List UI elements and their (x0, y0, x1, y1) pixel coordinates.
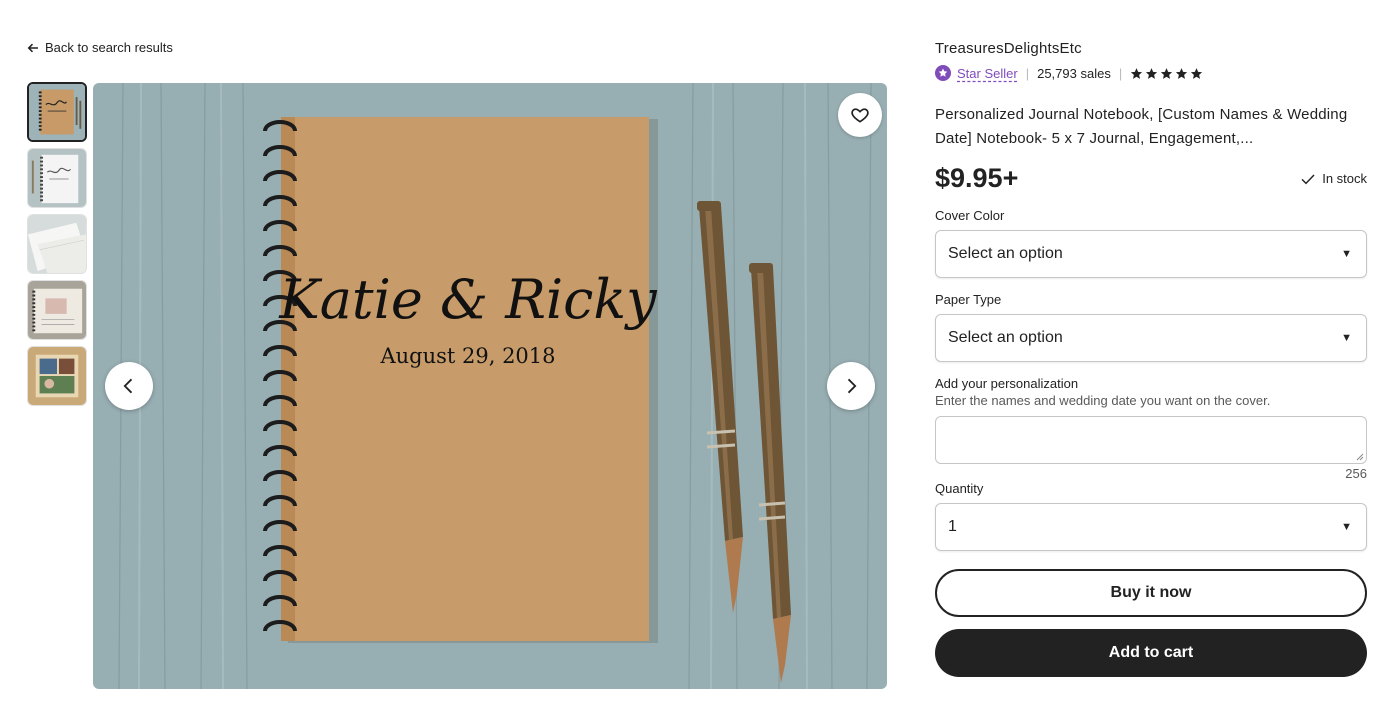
listing-panel: TreasuresDelightsEtc Star Seller | 25,79… (935, 40, 1367, 677)
thumbnail-3-image (28, 215, 86, 273)
personalization-textarea[interactable] (935, 416, 1367, 464)
price-row: $9.95+ In stock (935, 163, 1367, 194)
cover-color-select[interactable]: Select an option ▼ (935, 230, 1367, 278)
cover-names-text: Katie & Ricky (278, 268, 658, 331)
quantity-value: 1 (948, 518, 957, 535)
chevron-right-icon (847, 378, 857, 394)
notebook-photo: Katie & Ricky August 29, 2018 (93, 83, 887, 689)
stock-status: In stock (1300, 171, 1367, 187)
previous-image-button[interactable] (105, 362, 153, 410)
star-seller-badge-icon (935, 65, 951, 81)
seller-info-row: Star Seller | 25,793 sales | (935, 65, 1367, 81)
thumbnail-5[interactable] (27, 346, 87, 406)
paper-type-select[interactable]: Select an option ▼ (935, 314, 1367, 362)
thumbnail-1-image (29, 84, 85, 140)
caret-down-icon: ▼ (1341, 332, 1352, 344)
main-product-image: Katie & Ricky August 29, 2018 (93, 83, 887, 689)
paper-type-value: Select an option (948, 329, 1063, 346)
personalization-label: Add your personalization (935, 376, 1079, 391)
favorite-button[interactable] (838, 93, 882, 137)
quantity-select[interactable]: 1 ▼ (935, 503, 1367, 551)
caret-down-icon: ▼ (1341, 521, 1352, 533)
thumbnail-strip (27, 82, 87, 406)
arrow-left-icon (27, 43, 38, 52)
thumbnail-5-image (28, 347, 86, 405)
personalization-hint: Enter the names and wedding date you wan… (935, 393, 1271, 408)
price: $9.95+ (935, 163, 1019, 193)
cover-color-label: Cover Color (935, 208, 1005, 223)
add-to-cart-button[interactable]: Add to cart (935, 629, 1367, 677)
heart-icon (851, 108, 869, 123)
chevron-left-icon (123, 378, 133, 394)
rating-stars[interactable] (1130, 67, 1203, 80)
star-icon (1176, 67, 1188, 79)
listing-title: Personalized Journal Notebook, [Custom N… (935, 106, 1348, 147)
resize-handle-icon (1356, 453, 1364, 461)
caret-down-icon: ▼ (1341, 248, 1352, 260)
checkmark-icon (1301, 173, 1315, 184)
star-icon (1191, 67, 1203, 79)
thumbnail-2[interactable] (27, 148, 87, 208)
buy-it-now-button[interactable]: Buy it now (935, 569, 1367, 617)
divider: | (1025, 65, 1030, 81)
stock-label: In stock (1322, 171, 1367, 186)
character-counter: 256 (1345, 466, 1367, 481)
star-icon (1146, 67, 1158, 79)
star-icon (1131, 67, 1143, 79)
sales-count: 25,793 sales (1037, 65, 1111, 81)
star-seller-label[interactable]: Star Seller (957, 66, 1018, 81)
thumbnail-4[interactable] (27, 280, 87, 340)
thumbnail-2-image (28, 149, 86, 207)
star-icon (1161, 67, 1173, 79)
divider: | (1118, 65, 1123, 81)
back-link-label: Back to search results (45, 40, 173, 55)
thumbnail-3[interactable] (27, 214, 87, 274)
next-image-button[interactable] (827, 362, 875, 410)
thumbnail-1[interactable] (27, 82, 87, 142)
back-to-search-link[interactable]: Back to search results (27, 40, 173, 55)
cover-color-value: Select an option (948, 245, 1063, 262)
cover-date-text: August 29, 2018 (379, 344, 555, 368)
paper-type-label: Paper Type (935, 292, 1002, 307)
shop-name-link[interactable]: TreasuresDelightsEtc (935, 40, 1367, 57)
quantity-label: Quantity (935, 481, 984, 496)
thumbnail-4-image (28, 281, 86, 339)
